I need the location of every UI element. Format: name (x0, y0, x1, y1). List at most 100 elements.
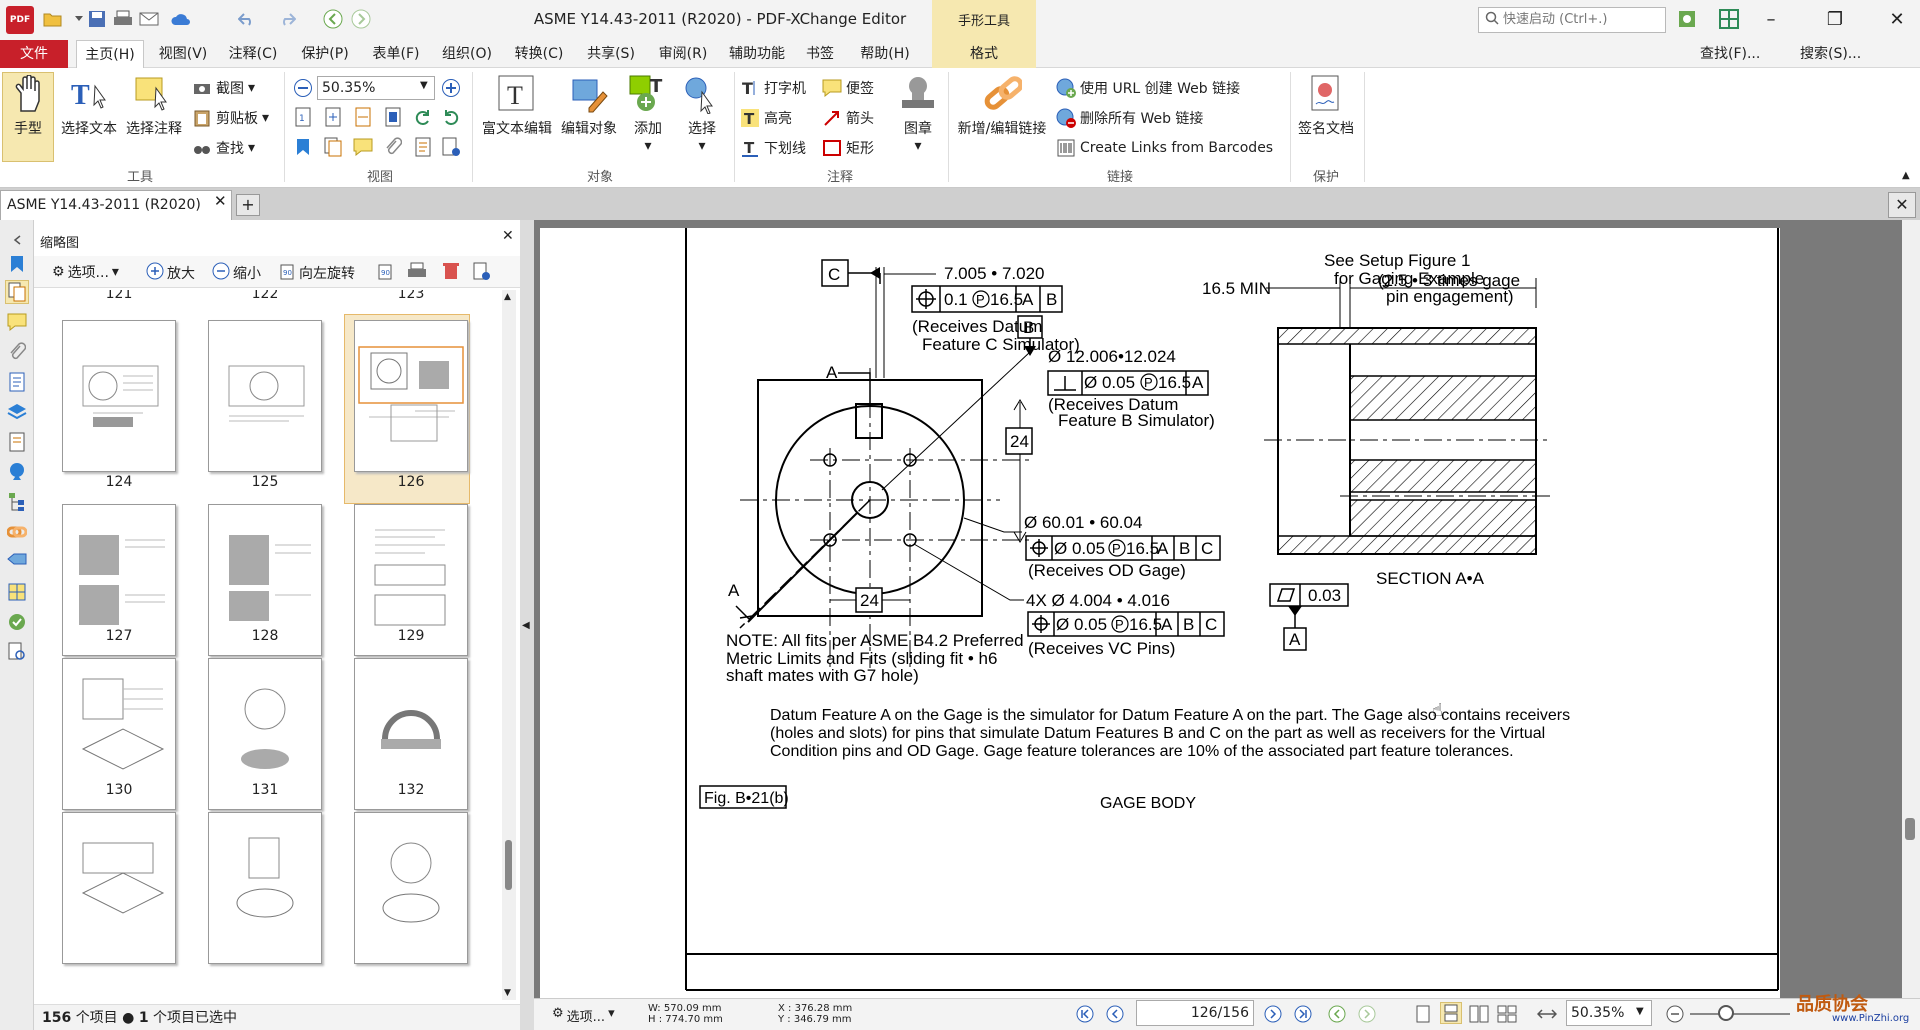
select-text-button[interactable]: T 选择文本 (58, 74, 120, 138)
menu-view[interactable]: 视图(V) (150, 40, 216, 68)
print-icon[interactable] (112, 8, 134, 30)
menu-organize[interactable]: 组织(O) (434, 40, 500, 68)
close-window-button[interactable]: ✕ (1876, 5, 1918, 35)
open-folder-icon[interactable] (42, 8, 64, 30)
underline-button[interactable]: T 下划线 (740, 136, 806, 160)
continuous-facing-icon[interactable] (1496, 1003, 1518, 1025)
rich-text-edit-button[interactable]: T 富文本编辑 (476, 74, 558, 138)
thumb-options-button[interactable]: ⚙ 选项... ▾ (52, 262, 119, 282)
page-thumbnail[interactable] (208, 812, 322, 964)
rotate-right-page-icon[interactable]: 90 (374, 260, 396, 282)
menu-help[interactable]: 帮助(H) (848, 40, 922, 68)
scroll-up-icon[interactable]: ▲ (504, 292, 511, 302)
minimize-button[interactable]: – (1750, 5, 1792, 35)
forward-view-icon[interactable] (1356, 1003, 1378, 1025)
hand-tool-button[interactable]: 手型 (4, 74, 52, 138)
snapshot-button[interactable]: 截图 ▾ (192, 76, 255, 100)
status-options-button[interactable]: ⚙ 选项... ▾ (552, 1006, 615, 1025)
maximize-button[interactable]: ❐ (1814, 5, 1856, 35)
links-panel-icon[interactable] (5, 520, 29, 544)
zoom-slider-track[interactable] (1690, 1013, 1790, 1015)
collapse-ribbon-icon[interactable]: ▲ (1902, 170, 1910, 181)
back-icon[interactable] (322, 8, 344, 30)
back-view-icon[interactable] (1326, 1003, 1348, 1025)
collapse-pane-icon[interactable]: ◀ (522, 620, 530, 631)
close-document-button[interactable]: ✕ (1888, 192, 1916, 218)
prev-page-icon[interactable] (1104, 1003, 1126, 1025)
menu-accessibility[interactable]: 辅助功能 (722, 40, 792, 68)
search-panel-icon[interactable] (5, 640, 29, 664)
thumbnails-scroll-thumb[interactable] (505, 840, 512, 890)
zoom-slider-thumb[interactable] (1718, 1005, 1734, 1021)
content-panel-icon[interactable] (5, 430, 29, 454)
properties-icon[interactable] (412, 136, 434, 158)
fit-page-icon[interactable] (322, 106, 344, 128)
delete-icon[interactable] (440, 260, 462, 282)
single-page-icon[interactable] (1412, 1003, 1434, 1025)
attachments-panel-icon[interactable] (5, 340, 29, 364)
thumbnails-panel-icon[interactable] (5, 280, 29, 304)
quick-launch-input[interactable]: 快速启动 (Ctrl+.) (1478, 7, 1666, 33)
save-icon[interactable] (86, 8, 108, 30)
close-icon[interactable]: ✕ (502, 228, 514, 244)
menu-file[interactable]: 文件 (0, 40, 68, 68)
cloud-icon[interactable] (170, 8, 192, 30)
thumbnails-scrollbar[interactable] (502, 290, 516, 1000)
undo-icon[interactable] (236, 8, 258, 30)
document-tab[interactable]: ASME Y14.43-2011 (R2020) (0, 190, 232, 220)
find-button[interactable]: 查找(F)... (1700, 40, 1800, 68)
page-number-input[interactable]: 126/156 (1136, 1000, 1254, 1026)
email-icon[interactable] (138, 8, 160, 30)
menu-share[interactable]: 共享(S) (578, 40, 644, 68)
menu-form[interactable]: 表单(F) (364, 40, 428, 68)
comments-icon[interactable] (352, 136, 374, 158)
links-from-barcodes-button[interactable]: Create Links from Barcodes (1056, 136, 1273, 160)
page-thumbnail[interactable] (354, 812, 468, 964)
menu-protect[interactable]: 保护(P) (292, 40, 358, 68)
sticky-note-button[interactable]: 便签 (822, 76, 874, 100)
stamp-button[interactable]: 图章 ▾ (894, 74, 942, 154)
actual-size-icon[interactable]: 1 (292, 106, 314, 128)
find-tool-button[interactable]: 查找 ▾ (192, 136, 255, 160)
structure-panel-icon[interactable] (5, 490, 29, 514)
next-page-icon[interactable] (1262, 1003, 1284, 1025)
page-thumbnail[interactable] (62, 812, 176, 964)
page-settings-icon[interactable] (440, 136, 462, 158)
fields-panel-icon[interactable] (5, 580, 29, 604)
destinations-panel-icon[interactable] (5, 610, 29, 634)
continuous-page-icon[interactable] (1440, 1002, 1462, 1024)
sign-document-button[interactable]: 签名文档 (1292, 74, 1360, 138)
rotate-left-icon[interactable] (412, 106, 434, 128)
pages-icon[interactable] (322, 136, 344, 158)
zoom-select[interactable]: 50.35% (317, 76, 435, 100)
rotate-right-icon[interactable] (440, 106, 462, 128)
thumb-rotate-left-button[interactable]: 90 向左旋转 (278, 262, 355, 284)
page-properties-icon[interactable] (470, 260, 492, 282)
thumb-zoom-out-button[interactable]: 缩小 (212, 262, 261, 284)
signatures-panel-icon[interactable] (5, 460, 29, 484)
clipboard-button[interactable]: 剪贴板 ▾ (192, 106, 269, 130)
arrow-button[interactable]: 箭头 (822, 106, 874, 130)
settings-icon[interactable] (1676, 8, 1698, 30)
menu-bookmarks[interactable]: 书签 (800, 40, 840, 68)
thumb-zoom-in-button[interactable]: 放大 (146, 262, 195, 284)
remove-web-links-button[interactable]: 删除所有 Web 链接 (1056, 106, 1203, 130)
tags-panel-icon[interactable] (5, 550, 29, 574)
rectangle-button[interactable]: 矩形 (822, 136, 874, 160)
layout-icon[interactable] (1718, 8, 1740, 30)
fit-width-icon[interactable] (352, 106, 374, 128)
scroll-down-icon[interactable]: ▼ (504, 988, 511, 998)
attachment-icon[interactable] (382, 136, 404, 158)
last-page-icon[interactable] (1292, 1003, 1314, 1025)
edit-object-button[interactable]: 编辑对象 (556, 74, 622, 138)
highlight-button[interactable]: T 高亮 (740, 106, 792, 130)
properties-panel-icon[interactable] (5, 370, 29, 394)
print-icon[interactable] (406, 260, 428, 282)
new-tab-button[interactable]: + (236, 194, 260, 216)
page-thumbnail[interactable] (62, 320, 176, 472)
document-scroll-thumb[interactable] (1905, 818, 1915, 840)
app-icon[interactable]: PDF (6, 6, 34, 34)
zoom-out-icon[interactable] (1664, 1003, 1686, 1025)
comments-panel-icon[interactable] (5, 310, 29, 334)
bookmark-icon[interactable] (292, 136, 314, 158)
